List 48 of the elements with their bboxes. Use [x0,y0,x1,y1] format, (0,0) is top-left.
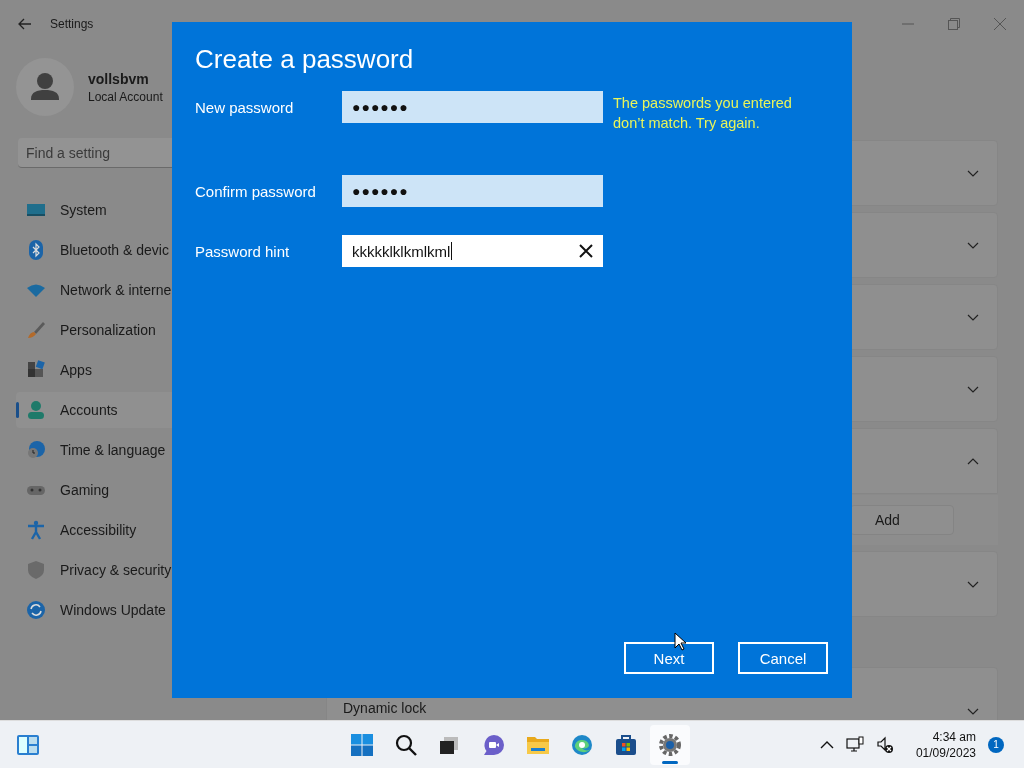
nav-item[interactable]: Apps [16,352,322,388]
card-title: Dynamic lock [343,700,427,716]
gear-icon [658,733,682,757]
accessibility-icon [26,520,46,540]
shield-icon [26,560,46,580]
mouse-cursor-icon [674,632,686,651]
field-label: Password hint [195,242,291,260]
dialog-button[interactable]: Next [624,642,714,674]
taskbar-button[interactable] [650,725,690,765]
clear-icon[interactable] [579,244,593,258]
nav-item[interactable]: Network & interne [16,272,322,308]
nav-item[interactable]: Accessibility [16,512,322,548]
chevron-up-icon[interactable] [819,740,834,749]
refresh-icon [26,600,46,620]
nav-item[interactable]: Personalization [16,312,322,348]
window-title: Settings [50,17,94,31]
chat-icon [482,733,506,757]
add-button[interactable]: Add [850,505,954,535]
input-field[interactable]: kkkkklklkmlkml [342,235,603,267]
bluetooth-icon [26,240,46,260]
back-icon[interactable] [18,18,32,30]
browser-icon [570,733,594,757]
account-type: Local Account [88,89,163,104]
nav-item[interactable]: Gaming [16,472,322,508]
store-icon [614,733,638,757]
avatar-icon [16,58,74,116]
password-field[interactable]: ●●●●●● [342,91,603,123]
clock-icon [26,440,46,460]
widgets-icon[interactable] [16,733,40,756]
brush-icon [26,320,46,340]
field-label: New password [195,98,295,116]
user-name: vollsbvm [88,70,150,87]
password-field[interactable]: ●●●●●● [342,175,603,207]
notification-badge[interactable]: 1 [988,736,1004,753]
clock[interactable]: 4:34 am 01/09/2023 [915,729,976,760]
nav-item[interactable]: Privacy & security [16,552,322,588]
nav-item[interactable]: Time & language [16,432,322,468]
person-icon [26,400,46,420]
nav-item[interactable]: Windows Update [16,592,322,628]
windows-logo-icon [350,733,374,757]
muted-speaker-icon[interactable] [875,735,894,754]
network-icon[interactable] [845,735,864,754]
search-icon [394,733,418,757]
dialog-button[interactable]: Cancel [738,642,828,674]
apps-icon [26,360,46,380]
dialog-title: Create a password [195,44,415,75]
field-label: Confirm password [195,182,317,200]
error-message: The passwords you entered don’t match. Try again. [613,94,793,133]
